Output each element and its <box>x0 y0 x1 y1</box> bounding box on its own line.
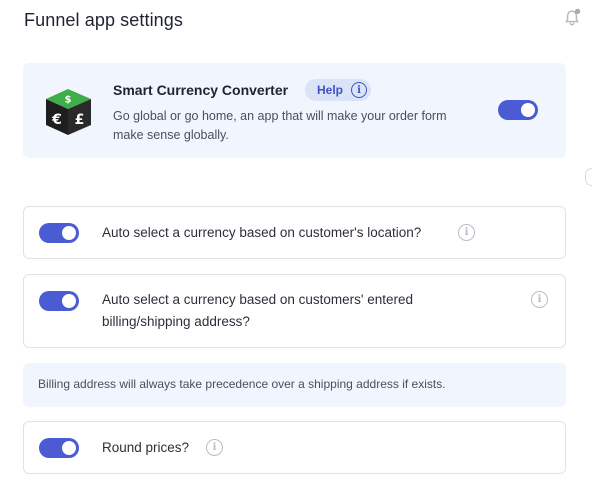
app-description: Go global or go home, an app that will m… <box>113 109 447 142</box>
svg-text:€: € <box>51 112 62 128</box>
help-button[interactable]: Help i <box>305 79 371 101</box>
app-name: Smart Currency Converter <box>113 82 289 98</box>
address-currency-toggle[interactable] <box>39 291 79 311</box>
setting-card-location: Auto select a currency based on customer… <box>23 206 566 259</box>
info-icon: i <box>351 82 368 98</box>
currency-dice-logo: $ € £ <box>42 84 95 137</box>
toggle-knob <box>62 294 76 308</box>
location-currency-toggle[interactable] <box>39 223 79 243</box>
info-icon[interactable]: i <box>206 439 223 456</box>
toggle-knob <box>521 103 535 117</box>
setting-card-round-prices: Round prices? i <box>23 421 566 474</box>
toggle-knob <box>62 441 76 455</box>
bell-icon[interactable] <box>562 8 582 28</box>
info-icon[interactable]: i <box>531 291 548 308</box>
setting-card-address: Auto select a currency based on customer… <box>23 274 566 348</box>
round-prices-label: Round prices? <box>102 440 190 455</box>
page-title: Funnel app settings <box>24 10 184 30</box>
note-box: Billing address will always take precede… <box>23 363 566 407</box>
svg-text:$: $ <box>65 95 72 106</box>
app-enable-toggle[interactable] <box>498 100 538 120</box>
toggle-knob <box>62 226 76 240</box>
round-prices-toggle[interactable] <box>39 438 79 458</box>
side-panel-handle[interactable] <box>585 168 592 186</box>
info-icon[interactable]: i <box>458 224 475 241</box>
app-card: $ € £ Smart Currency Converter Help i Go… <box>23 63 566 158</box>
location-currency-label: Auto select a currency based on customer… <box>102 225 422 240</box>
address-currency-label: Auto select a currency based on customer… <box>102 292 413 329</box>
help-label: Help <box>317 83 344 97</box>
svg-text:£: £ <box>75 112 85 128</box>
note-text: Billing address will always take precede… <box>38 377 446 391</box>
